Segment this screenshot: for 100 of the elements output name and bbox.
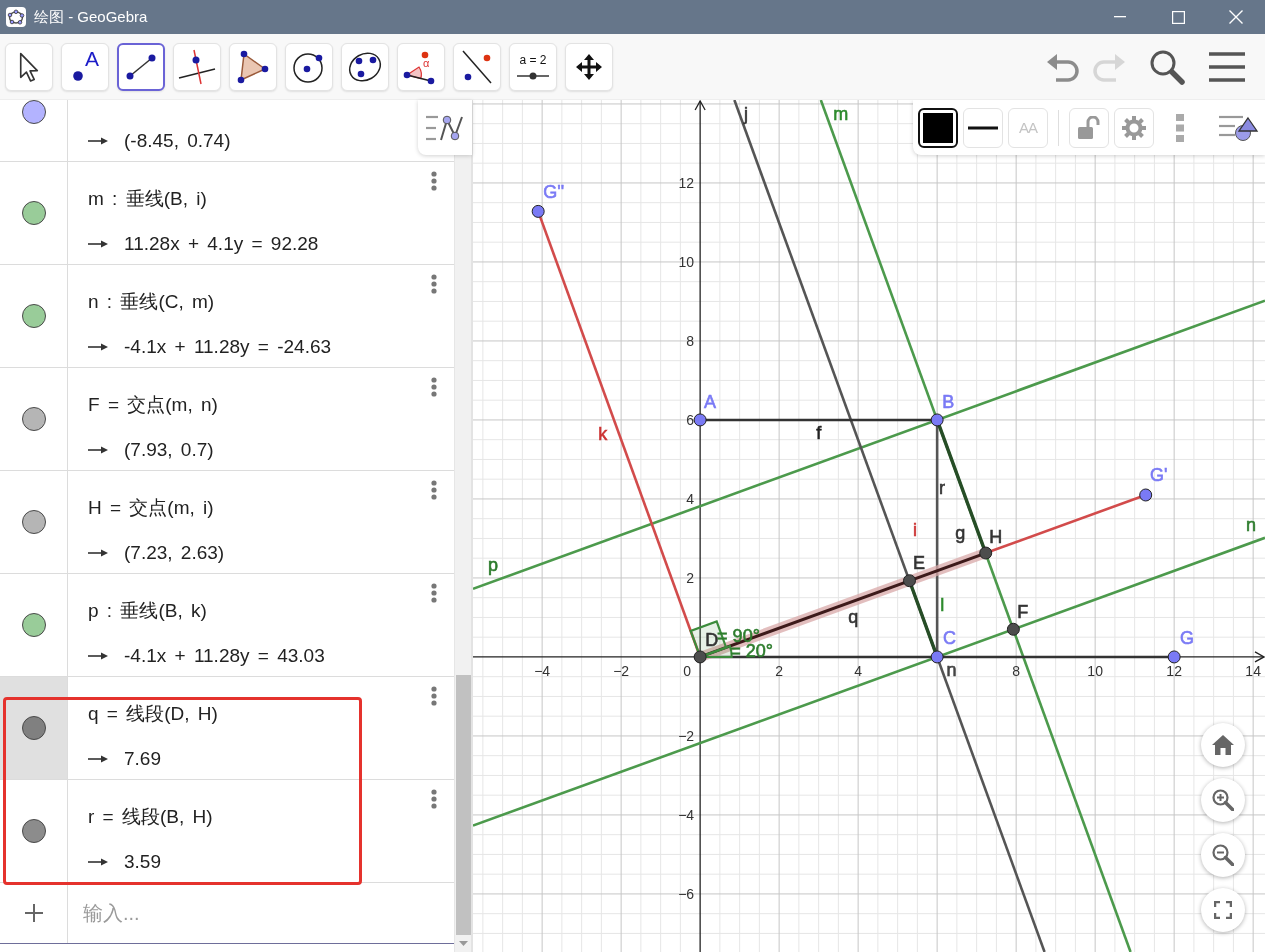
undo-arrow-icon (1046, 51, 1082, 82)
object-label: n (946, 659, 957, 680)
object-label: E (913, 552, 926, 573)
object-label: D (705, 629, 719, 650)
reflect-tool-button[interactable] (453, 42, 501, 91)
object-dot-icon[interactable] (21, 716, 46, 740)
algebra-row[interactable]: n : 垂线(C, m) -4.1x + 11.28y = -24.63 (0, 265, 454, 367)
algebra-row[interactable]: q = 线段(D, H) 7.69 (0, 677, 454, 779)
zoom-in-button[interactable] (1201, 778, 1245, 822)
object-label: G'' (543, 182, 565, 203)
slider-icon (517, 71, 549, 80)
point (693, 413, 707, 427)
object-label: j (744, 103, 748, 124)
arrow-icon (88, 240, 108, 248)
axis-tick-label: −6 (678, 885, 695, 902)
object-dot-icon[interactable] (21, 100, 46, 124)
object-label: G' (1150, 464, 1168, 485)
fullscreen-button[interactable] (1201, 888, 1245, 932)
axis-tick-label: 2 (686, 569, 695, 586)
scrollbar-thumb[interactable] (455, 675, 471, 935)
object-definition: n : 垂线(C, m) (88, 290, 216, 314)
algebra-style-toggle-button[interactable] (418, 100, 472, 155)
arrow-icon (88, 755, 108, 763)
angle-tool-button[interactable]: α (397, 42, 445, 91)
object-label: F (1017, 601, 1029, 622)
object-value: 3.59 (124, 850, 161, 874)
object-dot-icon[interactable] (21, 304, 46, 328)
object-label: f (816, 423, 822, 443)
polygon-tool-button[interactable] (229, 42, 277, 91)
object-definition: m : 垂线(B, i) (88, 187, 208, 211)
lines-shapes-icon (1219, 113, 1259, 142)
plus-icon[interactable] (24, 904, 43, 922)
object-label: m (833, 103, 849, 124)
algebra-row[interactable]: m : 垂线(B, i) 11.28x + 4.1y = 92.28 (0, 162, 454, 264)
object-dot-icon[interactable] (21, 819, 46, 843)
object-definition: p : 垂线(B, k) (88, 599, 208, 623)
vertical-dots-icon (431, 377, 437, 397)
object-definition: r = 线段(B, H) (88, 805, 214, 829)
point-dot-icon (73, 70, 83, 81)
point (1167, 650, 1181, 664)
menu-icon (1209, 51, 1245, 82)
redo-arrow-icon (1090, 51, 1126, 82)
lock-button[interactable] (1069, 107, 1109, 148)
home-button[interactable] (1201, 723, 1245, 767)
ellipse-tool-button[interactable] (341, 42, 389, 91)
point-tool-button[interactable]: A (61, 42, 109, 91)
object-value: (7.93, 0.7) (124, 438, 214, 462)
object-label: r (939, 477, 946, 498)
point (930, 413, 944, 427)
object-dot-icon[interactable] (21, 407, 46, 431)
axis-tick-label: 0 (683, 662, 692, 679)
vertical-dots-icon (431, 480, 437, 500)
axis-tick-label: −2 (678, 727, 695, 744)
algebra-row[interactable]: H = 交点(m, i) (7.23, 2.63) (0, 471, 454, 573)
home-icon (1212, 735, 1234, 755)
triangle-icon (237, 49, 269, 84)
object-label: G (1180, 628, 1195, 648)
object-value: -4.1x + 11.28y = 43.03 (124, 644, 325, 668)
object-dot-icon[interactable] (21, 201, 46, 225)
vertical-dots-icon (431, 686, 437, 706)
segment-icon (126, 53, 156, 80)
search-icon (1149, 48, 1185, 85)
zoom-out-button[interactable] (1201, 833, 1245, 877)
axis-tick-label: 12 (678, 174, 695, 191)
zoom-out-icon (1212, 844, 1234, 866)
object-dot-icon[interactable] (21, 613, 46, 637)
algebra-row[interactable]: r = 线段(B, H) 3.59 (0, 780, 454, 882)
algebra-row[interactable]: (-8.45, 0.74) (0, 100, 418, 161)
window-title: 绘图 - GeoGebra (34, 7, 148, 27)
object-dot-icon[interactable] (21, 510, 46, 534)
close-icon (1229, 10, 1243, 24)
point (1139, 488, 1153, 502)
line-style-button[interactable] (963, 107, 1003, 148)
app-logo-icon (6, 7, 26, 27)
settings-button[interactable] (1114, 107, 1154, 148)
move-tool-button[interactable] (5, 42, 53, 91)
lines-graph-icon (426, 113, 464, 142)
move-view-tool-button[interactable] (565, 42, 613, 91)
arrow-icon (88, 343, 108, 351)
object-label: q (848, 607, 859, 628)
segment-tool-button[interactable] (117, 42, 165, 91)
axis-tick-label: 8 (686, 332, 695, 349)
arrow-icon (88, 549, 108, 557)
object-value: 11.28x + 4.1y = 92.28 (124, 232, 319, 256)
arrow-icon (88, 137, 108, 145)
slider-tool-button[interactable]: a = 2 (509, 42, 557, 91)
perpendicular-line-tool-button[interactable] (173, 42, 221, 91)
object-value: 7.69 (124, 747, 161, 771)
input-field[interactable]: 输入... (68, 883, 454, 943)
axis-tick-label: −2 (613, 662, 630, 679)
object-value: -4.1x + 11.28y = -24.63 (124, 335, 332, 359)
circle-tool-button[interactable] (285, 42, 333, 91)
object-value: (-8.45, 0.74) (124, 129, 231, 153)
axis-tick-label: 14 (1245, 662, 1261, 679)
object-label: g (955, 522, 966, 543)
vertical-dots-icon (431, 171, 437, 191)
algebra-row[interactable]: p : 垂线(B, k) -4.1x + 11.28y = 43.03 (0, 574, 454, 676)
algebra-row[interactable]: F = 交点(m, n) (7.93, 0.7) (0, 368, 454, 470)
scrollbar-track[interactable] (454, 155, 471, 952)
arrow-icon (88, 652, 108, 660)
